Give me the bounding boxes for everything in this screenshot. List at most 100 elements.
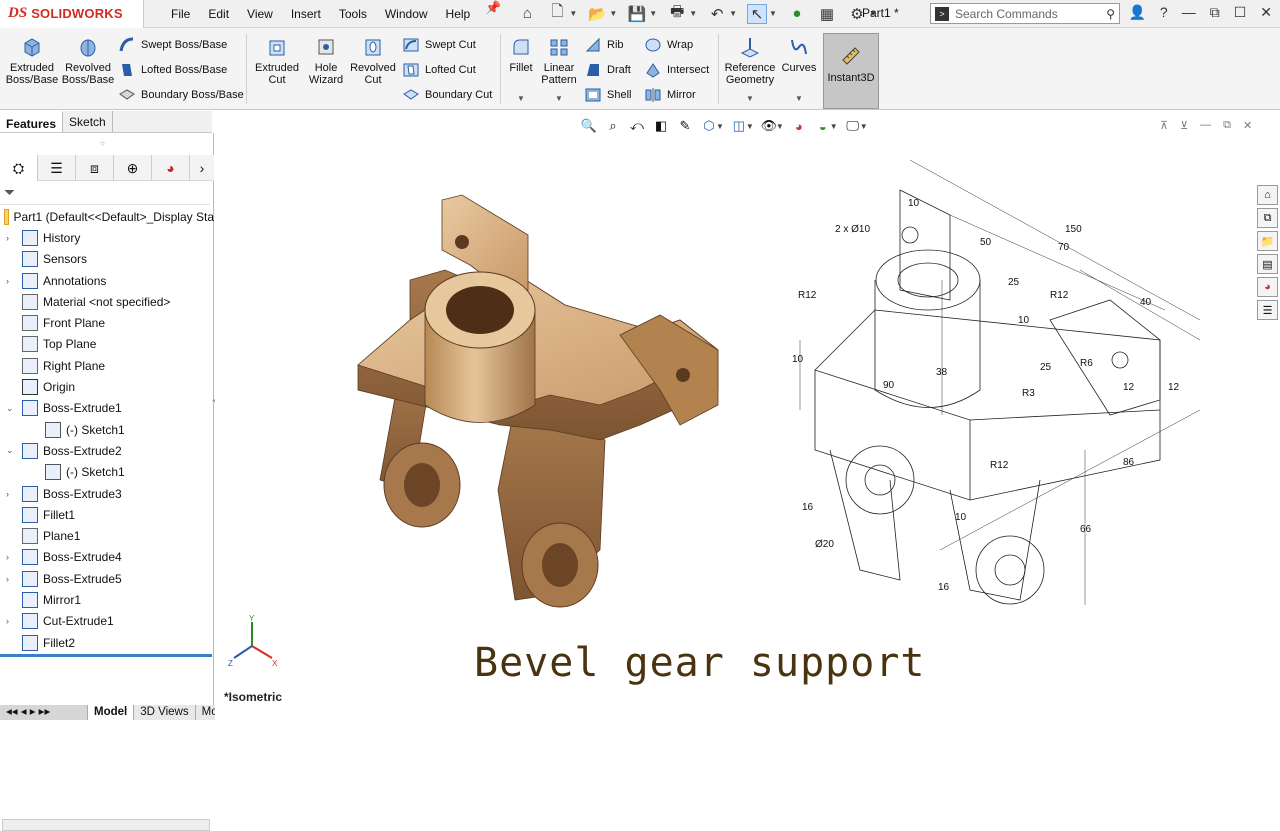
menu-file[interactable]: File (162, 0, 199, 28)
expand-toggle-icon[interactable]: › (6, 574, 9, 584)
new-document-icon[interactable]: 🗋 (547, 3, 567, 24)
swept-boss-button[interactable]: Swept Boss/Base (118, 35, 227, 55)
panel-grip-icon[interactable]: ○ (100, 139, 105, 148)
tab-features[interactable]: Features (0, 111, 64, 132)
chevron-down-icon[interactable]: ▼ (746, 94, 754, 103)
tree-item[interactable]: Material <not specified> (0, 291, 214, 312)
swept-cut-button[interactable]: Swept Cut (402, 35, 476, 55)
tree-item[interactable]: Top Plane (0, 334, 214, 355)
tree-item[interactable]: (-) Sketch1 (0, 462, 214, 483)
home-icon[interactable]: ⌂ (517, 4, 537, 24)
tree-item[interactable]: ⌄ Boss-Extrude2 (0, 440, 214, 461)
hole-wizard-button[interactable]: Hole Wizard (304, 30, 348, 86)
restore-icon[interactable]: ⧉ (1210, 4, 1220, 21)
save-icon[interactable]: 💾 (627, 4, 647, 24)
chevron-down-icon[interactable]: ▼ (689, 9, 697, 18)
tree-item[interactable]: Mirror1 (0, 589, 214, 610)
display-manager-icon[interactable]: ◕ (152, 155, 190, 181)
appearances-icon[interactable]: ◕ (1257, 277, 1278, 297)
zoom-to-area-icon[interactable]: ⌕ (604, 118, 622, 134)
restore-icon[interactable]: ⧉ (1223, 119, 1231, 132)
menu-tools[interactable]: Tools (330, 0, 376, 28)
chevron-down-icon[interactable]: ▼ (517, 94, 525, 103)
tab-3d-views[interactable]: 3D Views (134, 705, 196, 720)
solidworks-logo[interactable]: DS SOLIDWORKS (0, 0, 144, 28)
expand-toggle-icon[interactable]: › (6, 616, 9, 626)
chevron-down-icon[interactable]: ▼ (716, 122, 724, 131)
menu-help[interactable]: Help (437, 0, 480, 28)
chevron-down-icon[interactable]: ▼ (555, 94, 563, 103)
lofted-cut-button[interactable]: Lofted Cut (402, 60, 476, 80)
tree-item[interactable]: (-) Sketch1 (0, 419, 214, 440)
expand-toggle-icon[interactable]: › (6, 552, 9, 562)
mirror-button[interactable]: Mirror (644, 85, 696, 105)
edit-appearance-icon[interactable]: ◕ (790, 118, 808, 134)
search-commands[interactable]: > Search Commands ⚲ (930, 3, 1120, 24)
dynamic-annotation-icon[interactable]: ✎ (676, 118, 694, 134)
minimize-icon[interactable]: — (1200, 119, 1211, 132)
chevron-down-icon[interactable]: ▼ (860, 122, 868, 131)
menu-insert[interactable]: Insert (282, 0, 330, 28)
tree-item[interactable]: Part1 (Default<<Default>_Display Sta (0, 206, 214, 227)
tree-item[interactable]: ⌄ Boss-Extrude1 (0, 398, 214, 419)
select-cursor-icon[interactable]: ↖ (747, 3, 768, 24)
expand-toggle-icon[interactable]: › (6, 233, 9, 243)
open-folder-icon[interactable]: 📂 (587, 4, 607, 24)
chevron-down-icon[interactable]: ▼ (649, 9, 657, 18)
horizontal-scrollbar[interactable] (2, 819, 210, 831)
property-manager-icon[interactable]: ☰ (38, 155, 76, 181)
tree-item[interactable]: Fillet1 (0, 504, 214, 525)
previous-view-icon[interactable]: ⤺ (628, 118, 646, 134)
instant3d-button[interactable]: Instant3D (823, 33, 879, 109)
undo-icon[interactable]: ↶ (707, 4, 727, 24)
extruded-boss-button[interactable]: Extruded Boss/Base (6, 30, 58, 86)
rebuild-icon[interactable]: ▦ (817, 4, 837, 24)
close-icon[interactable]: ✕ (1243, 119, 1252, 132)
search-input[interactable]: Search Commands (955, 7, 1058, 21)
tab-model[interactable]: Model (88, 705, 135, 720)
boundary-cut-button[interactable]: Boundary Cut (402, 85, 492, 105)
feature-manager-tree-icon[interactable]: ⛭ (0, 155, 38, 181)
tab-scroll-arrows[interactable]: ◂◂ ◂ ▸ ▸▸ (0, 705, 88, 720)
view-palette-icon[interactable]: ▤ (1257, 254, 1278, 274)
expand-toggle-icon[interactable]: ⌄ (6, 445, 14, 456)
expand-icon[interactable]: ⊼ (1160, 119, 1168, 132)
chevron-down-icon[interactable]: ▼ (569, 9, 577, 18)
collapse-icon[interactable]: ⊻ (1180, 119, 1188, 132)
chevron-down-icon[interactable]: ▼ (795, 94, 803, 103)
bevel-gear-support-3d-model[interactable] (350, 190, 730, 620)
revolved-cut-button[interactable]: Revolved Cut (350, 30, 396, 86)
tree-item[interactable]: Plane1 (0, 525, 214, 546)
rollback-bar[interactable] (0, 654, 212, 657)
reference-geometry-button[interactable]: Reference Geometry (722, 30, 778, 86)
tree-item[interactable]: › Boss-Extrude4 (0, 547, 214, 568)
tree-filter[interactable]: ⏷ (0, 181, 210, 205)
expand-toggle-icon[interactable]: ⌄ (6, 403, 14, 414)
tree-item[interactable]: Front Plane (0, 312, 214, 333)
wrap-button[interactable]: Wrap (644, 35, 693, 55)
file-explorer-icon[interactable]: 📁 (1257, 231, 1278, 251)
rib-button[interactable]: Rib (584, 35, 624, 55)
menu-edit[interactable]: Edit (199, 0, 238, 28)
tree-item[interactable]: › Annotations (0, 270, 214, 291)
tree-item[interactable]: Right Plane (0, 355, 214, 376)
chevron-down-icon[interactable]: ▼ (769, 9, 777, 18)
linear-pattern-button[interactable]: Linear Pattern (538, 30, 580, 86)
search-icon[interactable]: ⚲ (1106, 7, 1115, 21)
design-library-icon[interactable]: ⧉ (1257, 208, 1278, 228)
user-icon[interactable]: 👤 (1128, 4, 1145, 21)
maximize-icon[interactable]: ☐ (1234, 4, 1247, 21)
close-icon[interactable]: ✕ (1260, 4, 1272, 21)
zoom-to-fit-icon[interactable]: 🔍 (580, 118, 598, 134)
tree-item[interactable]: › History (0, 227, 214, 248)
minimize-icon[interactable]: — (1182, 4, 1196, 21)
curves-button[interactable]: Curves (780, 30, 818, 74)
chevron-down-icon[interactable]: ▼ (729, 9, 737, 18)
expand-toggle-icon[interactable]: › (6, 489, 9, 499)
shell-button[interactable]: Shell (584, 85, 631, 105)
chevron-down-icon[interactable]: ▼ (830, 122, 838, 131)
solidworks-resources-icon[interactable]: ⌂ (1257, 185, 1278, 205)
configuration-manager-icon[interactable]: ⧈ (76, 155, 114, 181)
traffic-light-icon[interactable]: ● (787, 4, 807, 24)
boundary-boss-button[interactable]: Boundary Boss/Base (118, 85, 244, 105)
